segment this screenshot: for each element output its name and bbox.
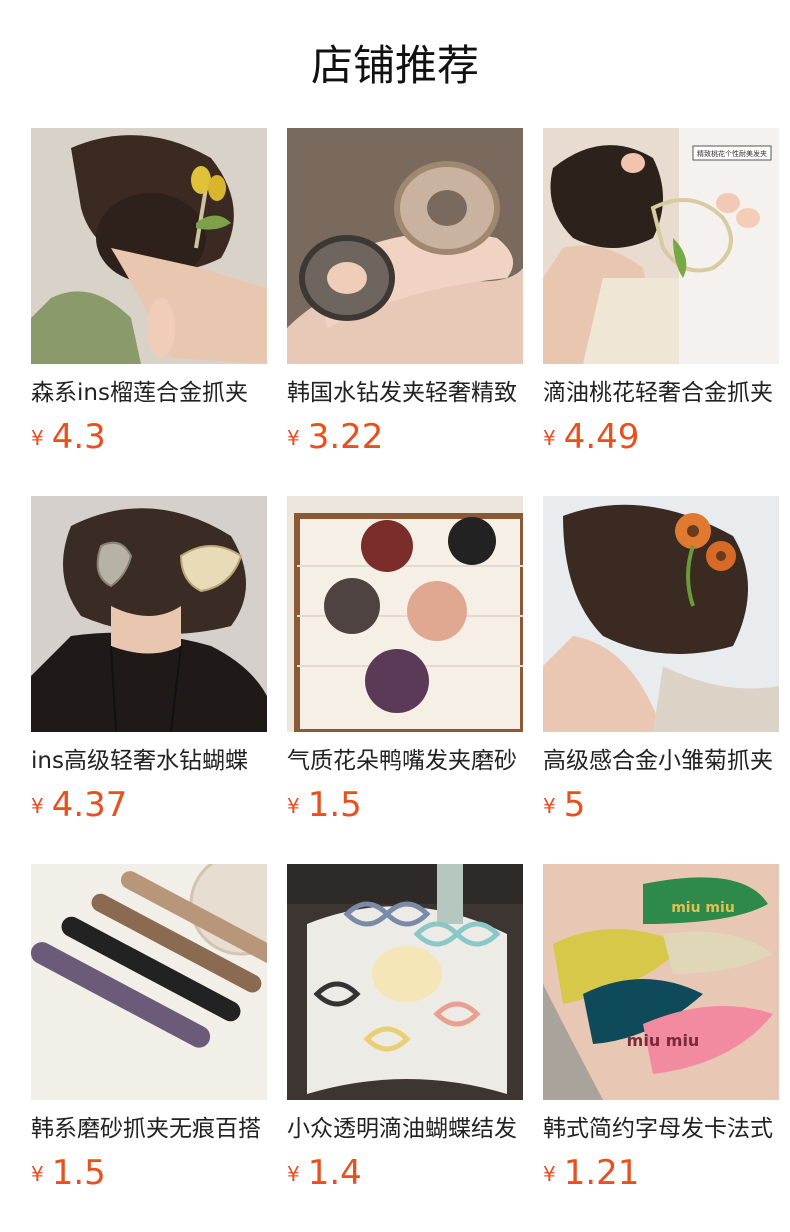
price-value: 3.22 [307,417,384,457]
price-value: 4.37 [51,785,128,825]
price-value: 4.49 [563,417,640,457]
product-name[interactable]: 森系ins榴莲合金抓夹 [31,377,267,409]
product-price: ¥1.5 [287,783,362,827]
product-image-rhinestone-clips[interactable] [287,128,523,364]
product-name[interactable]: 气质花朵鸭嘴发夹磨砂 [287,745,523,777]
svg-text:精致桃花个性耐美发夹: 精致桃花个性耐美发夹 [697,149,767,158]
product-grid: 森系ins榴莲合金抓夹 ¥4.3 韩国水钻发夹轻奢精致 ¥3.22 精致桃花个性… [0,0,790,1232]
product-card[interactable]: 森系ins榴莲合金抓夹 ¥4.3 [31,128,267,458]
product-card[interactable]: 气质花朵鸭嘴发夹磨砂 ¥1.5 [287,496,523,826]
product-price: ¥1.4 [287,1151,362,1195]
currency-symbol: ¥ [543,794,556,818]
currency-symbol: ¥ [287,426,300,450]
currency-symbol: ¥ [31,794,44,818]
product-name[interactable]: 小众透明滴油蝴蝶结发 [287,1113,523,1145]
product-card[interactable]: ins高级轻奢水钻蝴蝶 ¥4.37 [31,496,267,826]
currency-symbol: ¥ [543,1162,556,1186]
currency-symbol: ¥ [31,426,44,450]
product-image-peach-blossom-clip[interactable]: 精致桃花个性耐美发夹 [543,128,779,364]
product-name[interactable]: 滴油桃花轻奢合金抓夹 [543,377,779,409]
currency-symbol: ¥ [543,426,556,450]
product-price: ¥4.49 [543,415,639,459]
product-image-letter-snap-clips[interactable]: miu miu miu miu [543,864,779,1100]
product-card[interactable]: 高级感合金小雏菊抓夹 ¥5 [543,496,779,826]
product-name[interactable]: 韩式简约字母发卡法式 [543,1113,779,1145]
product-image-transparent-bow-clips[interactable] [287,864,523,1100]
product-price: ¥3.22 [287,415,383,459]
currency-symbol: ¥ [31,1162,44,1186]
product-price: ¥4.3 [31,415,106,459]
product-card[interactable]: miu miu miu miu 韩式简约字母发卡法式 ¥1.21 [543,864,779,1194]
product-name[interactable]: ins高级轻奢水钻蝴蝶 [31,745,267,777]
product-image-flower-duckbill-clips[interactable] [287,496,523,732]
price-value: 4.3 [51,417,106,457]
product-card[interactable]: 小众透明滴油蝴蝶结发 ¥1.4 [287,864,523,1194]
product-price: ¥1.21 [543,1151,639,1195]
product-image-rhinestone-butterfly[interactable] [31,496,267,732]
product-name[interactable]: 高级感合金小雏菊抓夹 [543,745,779,777]
svg-text:miu miu: miu miu [671,900,735,916]
price-value: 1.4 [307,1153,362,1193]
product-name[interactable]: 韩系磨砂抓夹无痕百搭 [31,1113,267,1145]
svg-text:miu miu: miu miu [627,1031,700,1050]
price-value: 1.5 [307,785,362,825]
product-card[interactable]: 韩系磨砂抓夹无痕百搭 ¥1.5 [31,864,267,1194]
currency-symbol: ¥ [287,1162,300,1186]
price-value: 1.21 [563,1153,640,1193]
product-image-yellow-tulip-clip[interactable] [31,128,267,364]
price-value: 1.5 [51,1153,106,1193]
price-value: 5 [563,785,586,825]
product-image-matte-banana-clips[interactable] [31,864,267,1100]
product-image-daisy-alloy-clip[interactable] [543,496,779,732]
product-card[interactable]: 韩国水钻发夹轻奢精致 ¥3.22 [287,128,523,458]
product-price: ¥1.5 [31,1151,106,1195]
product-price: ¥5 [543,783,585,827]
product-name[interactable]: 韩国水钻发夹轻奢精致 [287,377,523,409]
product-price: ¥4.37 [31,783,127,827]
currency-symbol: ¥ [287,794,300,818]
product-card[interactable]: 精致桃花个性耐美发夹 滴油桃花轻奢合金抓夹 ¥4.49 [543,128,779,458]
